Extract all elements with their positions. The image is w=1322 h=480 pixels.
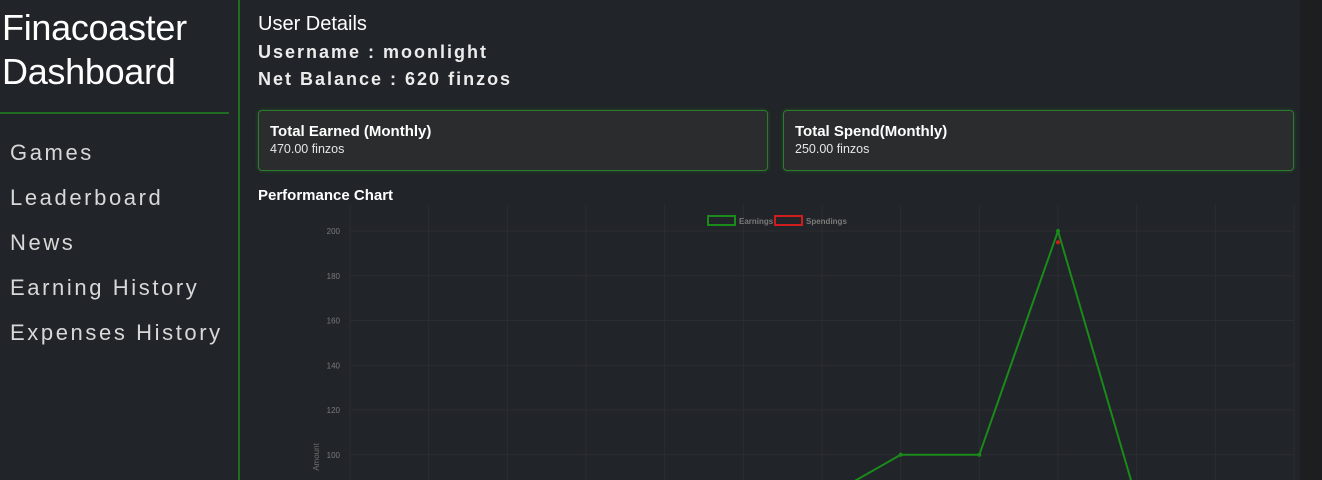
total-earned-card: Total Earned (Monthly) 470.00 finzos <box>258 110 768 171</box>
legend-label-spendings: Spendings <box>806 217 847 226</box>
brand-line-1: Finacoaster <box>2 7 187 48</box>
sidebar: Finacoaster Dashboard Games Leaderboard … <box>0 0 240 480</box>
nav-item-news[interactable]: News <box>10 222 223 267</box>
y-tick-label: 200 <box>327 227 341 236</box>
sidebar-nav: Games Leaderboard News Earning History E… <box>10 132 223 357</box>
total-spend-card: Total Spend(Monthly) 250.00 finzos <box>783 110 1294 171</box>
total-spend-value: 250.00 finzos <box>795 142 870 156</box>
scrollbar-track[interactable] <box>1300 0 1322 480</box>
nav-item-leaderboard[interactable]: Leaderboard <box>10 177 223 222</box>
total-earned-title: Total Earned (Monthly) <box>270 123 432 140</box>
data-point-spendings <box>1056 240 1060 245</box>
user-details-title: User Details <box>258 13 367 35</box>
nav-item-games[interactable]: Games <box>10 132 223 177</box>
data-point-earnings <box>898 452 903 457</box>
y-tick-label: 100 <box>327 451 341 460</box>
nav-item-expenses-history[interactable]: Expenses History <box>10 312 223 357</box>
net-balance-text: Net Balance : 620 finzos <box>258 69 513 89</box>
brand-line-2: Dashboard <box>2 51 176 92</box>
y-tick-label: 160 <box>327 317 341 326</box>
legend-swatch-spendings <box>774 215 803 226</box>
brand-title: Finacoaster Dashboard <box>2 6 232 94</box>
performance-chart-title: Performance Chart <box>258 187 394 204</box>
nav-item-earning-history[interactable]: Earning History <box>10 267 223 312</box>
app-window: Finacoaster Dashboard Games Leaderboard … <box>0 0 1322 480</box>
legend-swatch-earnings <box>707 215 736 226</box>
legend-label-earnings: Earnings <box>739 217 774 226</box>
total-spend-title: Total Spend(Monthly) <box>795 123 948 140</box>
y-tick-label: 120 <box>327 406 341 415</box>
total-earned-value: 470.00 finzos <box>270 142 345 156</box>
main-content: User Details Username : moonlight Net Ba… <box>258 0 1298 480</box>
data-point-earnings <box>977 452 982 457</box>
username-text: Username : moonlight <box>258 42 489 62</box>
y-tick-label: 180 <box>327 272 341 281</box>
y-tick-label: 140 <box>327 361 341 370</box>
performance-chart: 100 120 140 160 180 200 Amount Earnings Spending… <box>312 205 1295 480</box>
data-point-earnings <box>1056 229 1060 233</box>
y-axis-label: Amount <box>312 442 321 470</box>
brand-divider <box>0 112 229 114</box>
